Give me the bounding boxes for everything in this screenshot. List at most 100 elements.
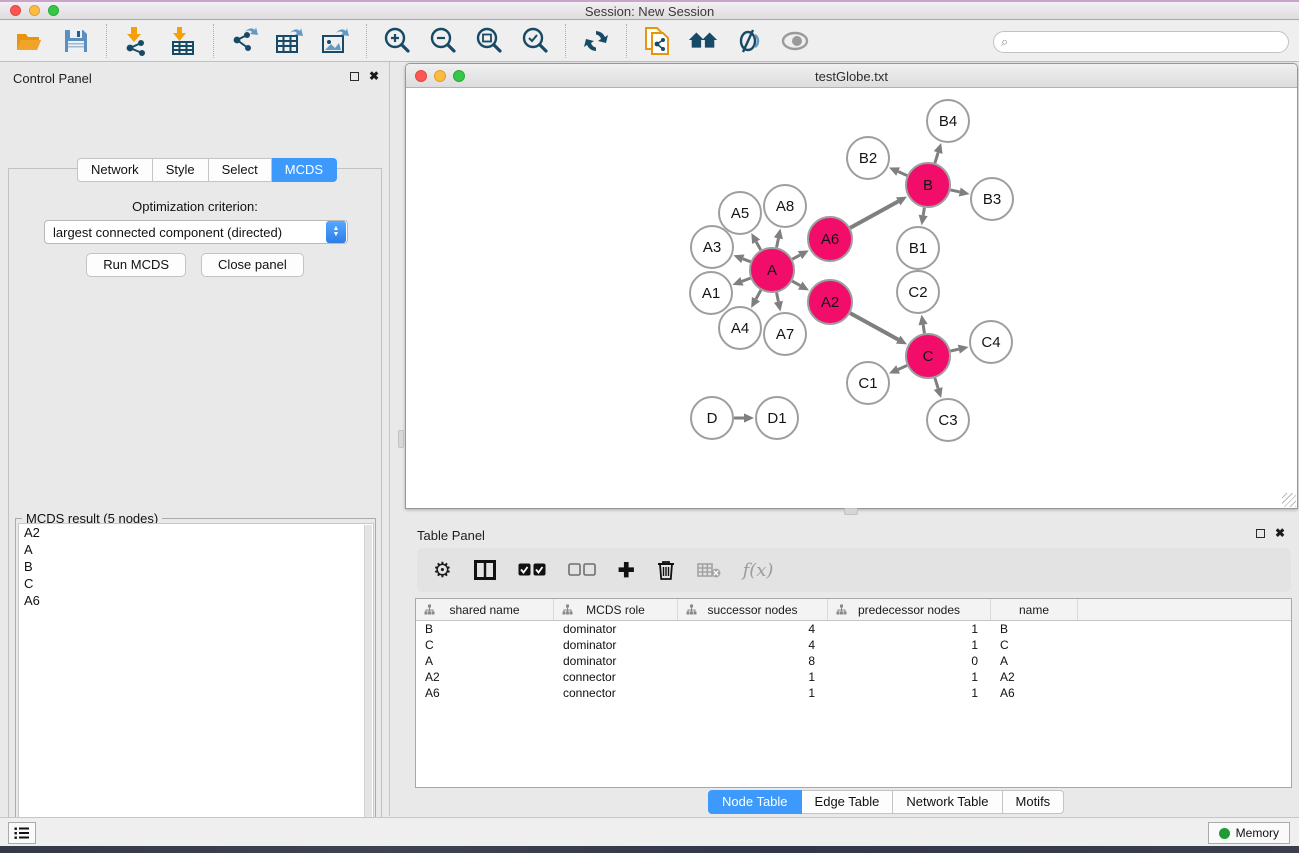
task-history-button[interactable] <box>8 822 36 844</box>
table-cell[interactable]: C <box>416 637 554 653</box>
graph-edge[interactable] <box>935 378 938 389</box>
network-canvas[interactable]: B4B2BB3A8A5A6A3B1AA1C2A2A4A7C4CC1C3DD1 <box>406 88 1297 507</box>
zoom-fit-icon[interactable] <box>473 26 505 56</box>
table-cell[interactable]: 8 <box>678 653 828 669</box>
tab-node-table[interactable]: Node Table <box>708 790 802 814</box>
node-table[interactable]: shared nameMCDS rolesuccessor nodesprede… <box>415 598 1292 788</box>
zoom-out-icon[interactable] <box>427 26 459 56</box>
delete-column-trash-icon[interactable] <box>657 560 675 581</box>
table-cell[interactable]: 1 <box>828 669 991 685</box>
mcds-result-list[interactable]: A2ABCA6 <box>18 523 374 853</box>
home-browser-icon[interactable] <box>687 26 719 56</box>
table-cell[interactable]: 1 <box>828 685 991 701</box>
window-resize-grip[interactable] <box>1282 493 1296 507</box>
table-cell[interactable]: 4 <box>678 637 828 653</box>
graph-edge[interactable] <box>792 281 800 285</box>
graphics-details-icon[interactable] <box>733 26 765 56</box>
table-cell[interactable]: dominator <box>554 621 678 637</box>
export-table-icon[interactable] <box>274 26 306 56</box>
hide-details-eye-icon[interactable] <box>779 26 811 56</box>
column-header-successor-nodes[interactable]: successor nodes <box>678 599 828 620</box>
graph-edge[interactable] <box>898 365 907 369</box>
graph-edge[interactable] <box>756 290 761 299</box>
clone-network-icon[interactable] <box>641 26 673 56</box>
table-cell[interactable]: A6 <box>416 685 554 701</box>
deselect-all-columns-icon[interactable] <box>568 563 596 577</box>
table-settings-gear-icon[interactable]: ⚙ <box>433 560 452 581</box>
table-row[interactable]: A2connector11A2 <box>416 669 1291 685</box>
run-mcds-button[interactable]: Run MCDS <box>86 253 186 277</box>
table-cell[interactable]: 1 <box>828 637 991 653</box>
table-cell[interactable]: connector <box>554 685 678 701</box>
table-cell[interactable]: 0 <box>828 653 991 669</box>
tab-network-table[interactable]: Network Table <box>893 790 1002 814</box>
table-cell[interactable]: C <box>991 637 1078 653</box>
table-cell[interactable]: A2 <box>416 669 554 685</box>
table-cell[interactable]: dominator <box>554 637 678 653</box>
table-cell[interactable]: A2 <box>991 669 1078 685</box>
export-network-icon[interactable] <box>228 26 260 56</box>
mcds-result-item[interactable]: B <box>19 558 373 575</box>
graph-edge[interactable] <box>756 242 761 250</box>
table-cell[interactable]: 1 <box>678 685 828 701</box>
graph-edge[interactable] <box>777 238 779 247</box>
export-image-icon[interactable] <box>320 26 352 56</box>
add-column-plus-icon[interactable]: ✚ <box>618 558 635 583</box>
horizontal-splitter-handle[interactable] <box>844 508 858 515</box>
search-field[interactable]: ⌕ <box>993 31 1289 53</box>
table-cell[interactable]: A <box>416 653 554 669</box>
table-cell[interactable]: A <box>991 653 1078 669</box>
graph-edge[interactable] <box>742 278 751 281</box>
mcds-result-item[interactable]: C <box>19 575 373 592</box>
table-row[interactable]: Cdominator41C <box>416 637 1291 653</box>
tab-network[interactable]: Network <box>77 158 153 182</box>
split-columns-icon[interactable] <box>474 560 496 580</box>
float-panel-icon[interactable] <box>350 72 359 81</box>
graph-edge[interactable] <box>950 190 959 192</box>
column-header-shared-name[interactable]: shared name <box>416 599 554 620</box>
tab-style[interactable]: Style <box>153 158 209 182</box>
apply-layout-refresh-icon[interactable] <box>580 26 612 56</box>
save-session-icon[interactable] <box>60 26 92 56</box>
table-cell[interactable]: 4 <box>678 621 828 637</box>
close-panel-button[interactable]: Close panel <box>201 253 304 277</box>
table-cell[interactable]: connector <box>554 669 678 685</box>
delete-table-icon[interactable] <box>697 562 721 578</box>
search-input[interactable] <box>1012 33 1288 51</box>
zoom-in-icon[interactable] <box>381 26 413 56</box>
tab-edge-table[interactable]: Edge Table <box>802 790 894 814</box>
vertical-splitter-handle[interactable] <box>398 430 404 448</box>
table-row[interactable]: A6connector11A6 <box>416 685 1291 701</box>
select-all-columns-icon[interactable] <box>518 563 546 577</box>
memory-button[interactable]: Memory <box>1208 822 1290 844</box>
table-row[interactable]: Bdominator41B <box>416 621 1291 637</box>
mcds-result-item[interactable]: A2 <box>19 524 373 541</box>
network-graph[interactable]: B4B2BB3A8A5A6A3B1AA1C2A2A4A7C4CC1C3DD1 <box>406 88 1297 507</box>
table-cell[interactable]: dominator <box>554 653 678 669</box>
open-session-icon[interactable] <box>14 26 46 56</box>
column-header-name[interactable]: name <box>991 599 1078 620</box>
graph-edge[interactable] <box>777 293 779 302</box>
zoom-selected-icon[interactable] <box>519 26 551 56</box>
table-cell[interactable]: 1 <box>678 669 828 685</box>
import-table-icon[interactable] <box>167 26 199 56</box>
close-table-panel-icon[interactable]: ✖ <box>1275 528 1285 538</box>
table-cell[interactable]: A6 <box>991 685 1078 701</box>
graph-edge[interactable] <box>850 313 898 339</box>
mcds-result-item[interactable]: A6 <box>19 592 373 609</box>
graph-edge[interactable] <box>898 172 907 176</box>
float-table-panel-icon[interactable] <box>1256 529 1265 538</box>
tab-mcds[interactable]: MCDS <box>272 158 337 182</box>
table-row[interactable]: Adominator80A <box>416 653 1291 669</box>
mcds-result-item[interactable]: A <box>19 541 373 558</box>
graph-edge[interactable] <box>743 259 751 262</box>
function-builder-fx-icon[interactable]: f(x) <box>743 560 774 581</box>
column-header-MCDS-role[interactable]: MCDS role <box>554 599 678 620</box>
graph-edge[interactable] <box>950 349 958 351</box>
table-cell[interactable]: B <box>991 621 1078 637</box>
criterion-dropdown[interactable]: largest connected component (directed) ▲… <box>44 220 348 244</box>
tab-motifs[interactable]: Motifs <box>1003 790 1065 814</box>
graph-edge[interactable] <box>923 208 924 216</box>
table-cell[interactable]: B <box>416 621 554 637</box>
graph-edge[interactable] <box>850 201 898 227</box>
